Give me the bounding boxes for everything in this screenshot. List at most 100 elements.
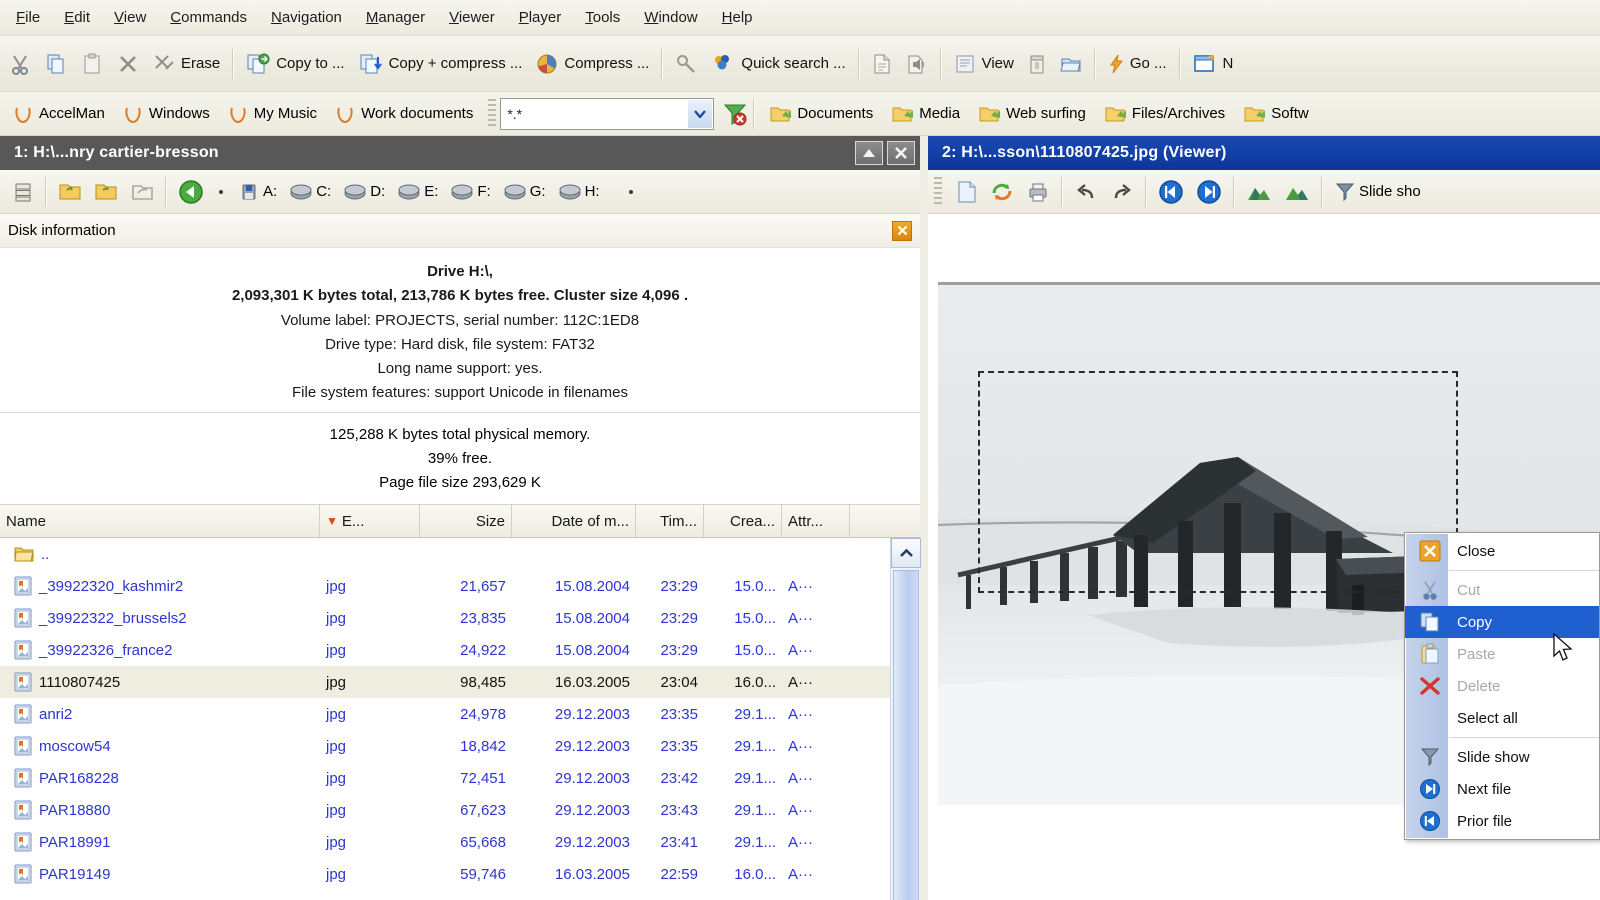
close-button[interactable] [887,141,915,165]
folder-link-button[interactable] [124,181,160,203]
table-row[interactable]: anri2 jpg 24,978 29.12.2003 23:35 29.1... A··· [0,698,920,730]
toolbar-button-archive[interactable] [1021,42,1053,86]
bookmark-web-surfing[interactable]: Web surfing [969,102,1095,126]
table-row[interactable]: moscow54 jpg 18,842 29.12.2003 23:35 29.1... A… [0,730,920,762]
viewer-print-button[interactable] [1020,181,1056,203]
pane-splitter[interactable] [920,136,928,900]
disk-information-close-button[interactable] [892,220,912,241]
menu-item-window[interactable]: Window [632,5,709,30]
table-row[interactable]: 1110807425 jpg 98,485 16.03.2005 23:04 16.0..… [0,666,920,698]
bookmark-media[interactable]: Media [882,102,969,126]
table-row[interactable]: _39922326_france2 jpg 24,922 15.08.2004 23:2… [0,634,920,666]
scrollbar-thumb[interactable] [893,570,919,900]
filter-combo[interactable]: *.* [500,97,715,130]
menu-item-file[interactable]: File [4,5,52,30]
viewer-new-document-button[interactable] [950,180,984,204]
viewer-toolbar-grip[interactable] [934,176,942,207]
context-menu-item-delete[interactable]: Delete [1405,670,1599,702]
viewer-redo-button[interactable] [1104,181,1140,203]
left-pane-titlebar[interactable]: 1: H:\...nry cartier-bresson [0,136,920,170]
table-row[interactable]: PAR18880 jpg 67,623 29.12.2003 23:43 29.1... A… [0,794,920,826]
file-list-scrollbar[interactable] [890,538,921,900]
drive-button-D[interactable]: D: [337,183,391,201]
table-row[interactable]: .. [0,538,920,570]
toolbar-button-folder-blue[interactable] [1053,42,1089,86]
bookmark-files-archives[interactable]: Files/Archives [1095,102,1234,126]
menu-item-manager[interactable]: Manager [354,5,437,30]
drive-button-G[interactable]: G: [497,183,552,201]
viewer-next-file-button[interactable] [1190,179,1228,205]
filter-funnel-icon[interactable] [722,101,748,127]
viewer-reload-button[interactable] [984,180,1020,204]
bookmark-accelman[interactable]: AccelMan [4,102,114,126]
toolbar-button-copy[interactable] [38,42,74,86]
toolbar-button-view[interactable]: View [947,42,1021,86]
column-header-created[interactable]: Crea... [704,504,782,538]
column-header-time[interactable]: Tim... [636,504,704,538]
bookmark-my-music[interactable]: My Music [219,102,326,126]
bookmark-windows[interactable]: Windows [114,102,219,126]
context-menu-item-select-all[interactable]: Select all [1405,702,1599,734]
drive-button-A[interactable]: A: [232,181,283,203]
image-selection-rectangle[interactable] [978,371,1458,593]
toolbar-button-new-window[interactable]: N [1186,42,1241,86]
menu-item-commands[interactable]: Commands [158,5,259,30]
table-row[interactable]: PAR18991 jpg 65,668 29.12.2003 23:41 29.1... A… [0,826,920,858]
bookmark-software[interactable]: Softw [1234,102,1318,126]
toolbar-button-paste[interactable] [74,42,110,86]
menu-item-help[interactable]: Help [710,5,765,30]
table-row[interactable]: PAR168228 jpg 72,451 29.12.2003 23:42 29.1...… [0,762,920,794]
column-header-size[interactable]: Size [420,504,512,538]
toolbar-button-copy-compress[interactable]: Copy + compress ... [352,42,530,86]
viewer-slide-show-button[interactable]: Slide sho [1328,181,1427,203]
folder-up-button[interactable] [88,181,124,203]
toolbar-button-search-key[interactable] [668,42,704,86]
drive-more-button[interactable] [620,187,642,197]
table-row[interactable]: _39922322_brussels2 jpg 23,835 15.08.2004 23… [0,602,920,634]
table-row[interactable]: _39922320_kashmir2 jpg 21,657 15.08.2004 23:… [0,570,920,602]
column-header-date[interactable]: Date of m... [512,504,636,538]
context-menu-item-prior-file[interactable]: Prior file [1405,805,1599,837]
column-header-ext[interactable]: ▼ E... [320,504,420,538]
rollup-button[interactable] [855,141,883,165]
drive-list-button[interactable] [6,181,40,203]
menu-item-tools[interactable]: Tools [573,5,632,30]
back-dropdown-button[interactable] [210,187,232,197]
viewer-zoom-out-button[interactable] [1240,181,1278,203]
toolbar-button-erase[interactable]: Erase [146,42,227,86]
folder-open-button[interactable] [52,181,88,203]
bookmark-documents[interactable]: Documents [760,102,882,126]
context-menu-item-close[interactable]: Close [1405,535,1599,567]
toolbar-button-document-speaker[interactable] [899,42,935,86]
table-row[interactable]: PAR19149 jpg 59,746 16.03.2005 22:59 16.0... A… [0,858,920,890]
bookmark-work-documents[interactable]: Work documents [326,102,482,126]
viewer-undo-button[interactable] [1068,181,1104,203]
toolbar-button-quick-search[interactable]: Quick search ... [704,42,852,86]
toolbar-grip[interactable] [488,98,497,129]
menu-item-player[interactable]: Player [507,5,574,30]
toolbar-button-copy-to[interactable]: Copy to ... [239,42,351,86]
drive-button-E[interactable]: E: [391,183,444,201]
drive-button-H[interactable]: H: [552,183,606,201]
toolbar-button-cut[interactable] [2,42,38,86]
context-menu-item-next-file[interactable]: Next file [1405,773,1599,805]
menu-item-navigation[interactable]: Navigation [259,5,354,30]
menu-item-view[interactable]: View [102,5,158,30]
context-menu-item-cut[interactable]: Cut [1405,574,1599,606]
toolbar-button-go[interactable]: Go ... [1101,42,1174,86]
column-header-attr[interactable]: Attr... [782,504,850,538]
viewer-zoom-in-button[interactable] [1278,181,1316,203]
toolbar-button-compress[interactable]: Compress ... [529,42,656,86]
back-button[interactable] [172,179,210,205]
context-menu-item-slide-show[interactable]: Slide show [1405,741,1599,773]
drive-button-F[interactable]: F: [444,183,496,201]
drive-button-C[interactable]: C: [283,183,337,201]
viewer-prior-file-button[interactable] [1152,179,1190,205]
column-header-name[interactable]: Name [0,504,320,538]
menu-item-edit[interactable]: Edit [52,5,102,30]
toolbar-button-delete[interactable] [110,42,146,86]
scroll-up-button[interactable] [891,538,921,568]
menu-item-viewer[interactable]: Viewer [437,5,507,30]
chevron-down-icon[interactable] [688,99,713,128]
toolbar-button-document[interactable] [865,42,899,86]
